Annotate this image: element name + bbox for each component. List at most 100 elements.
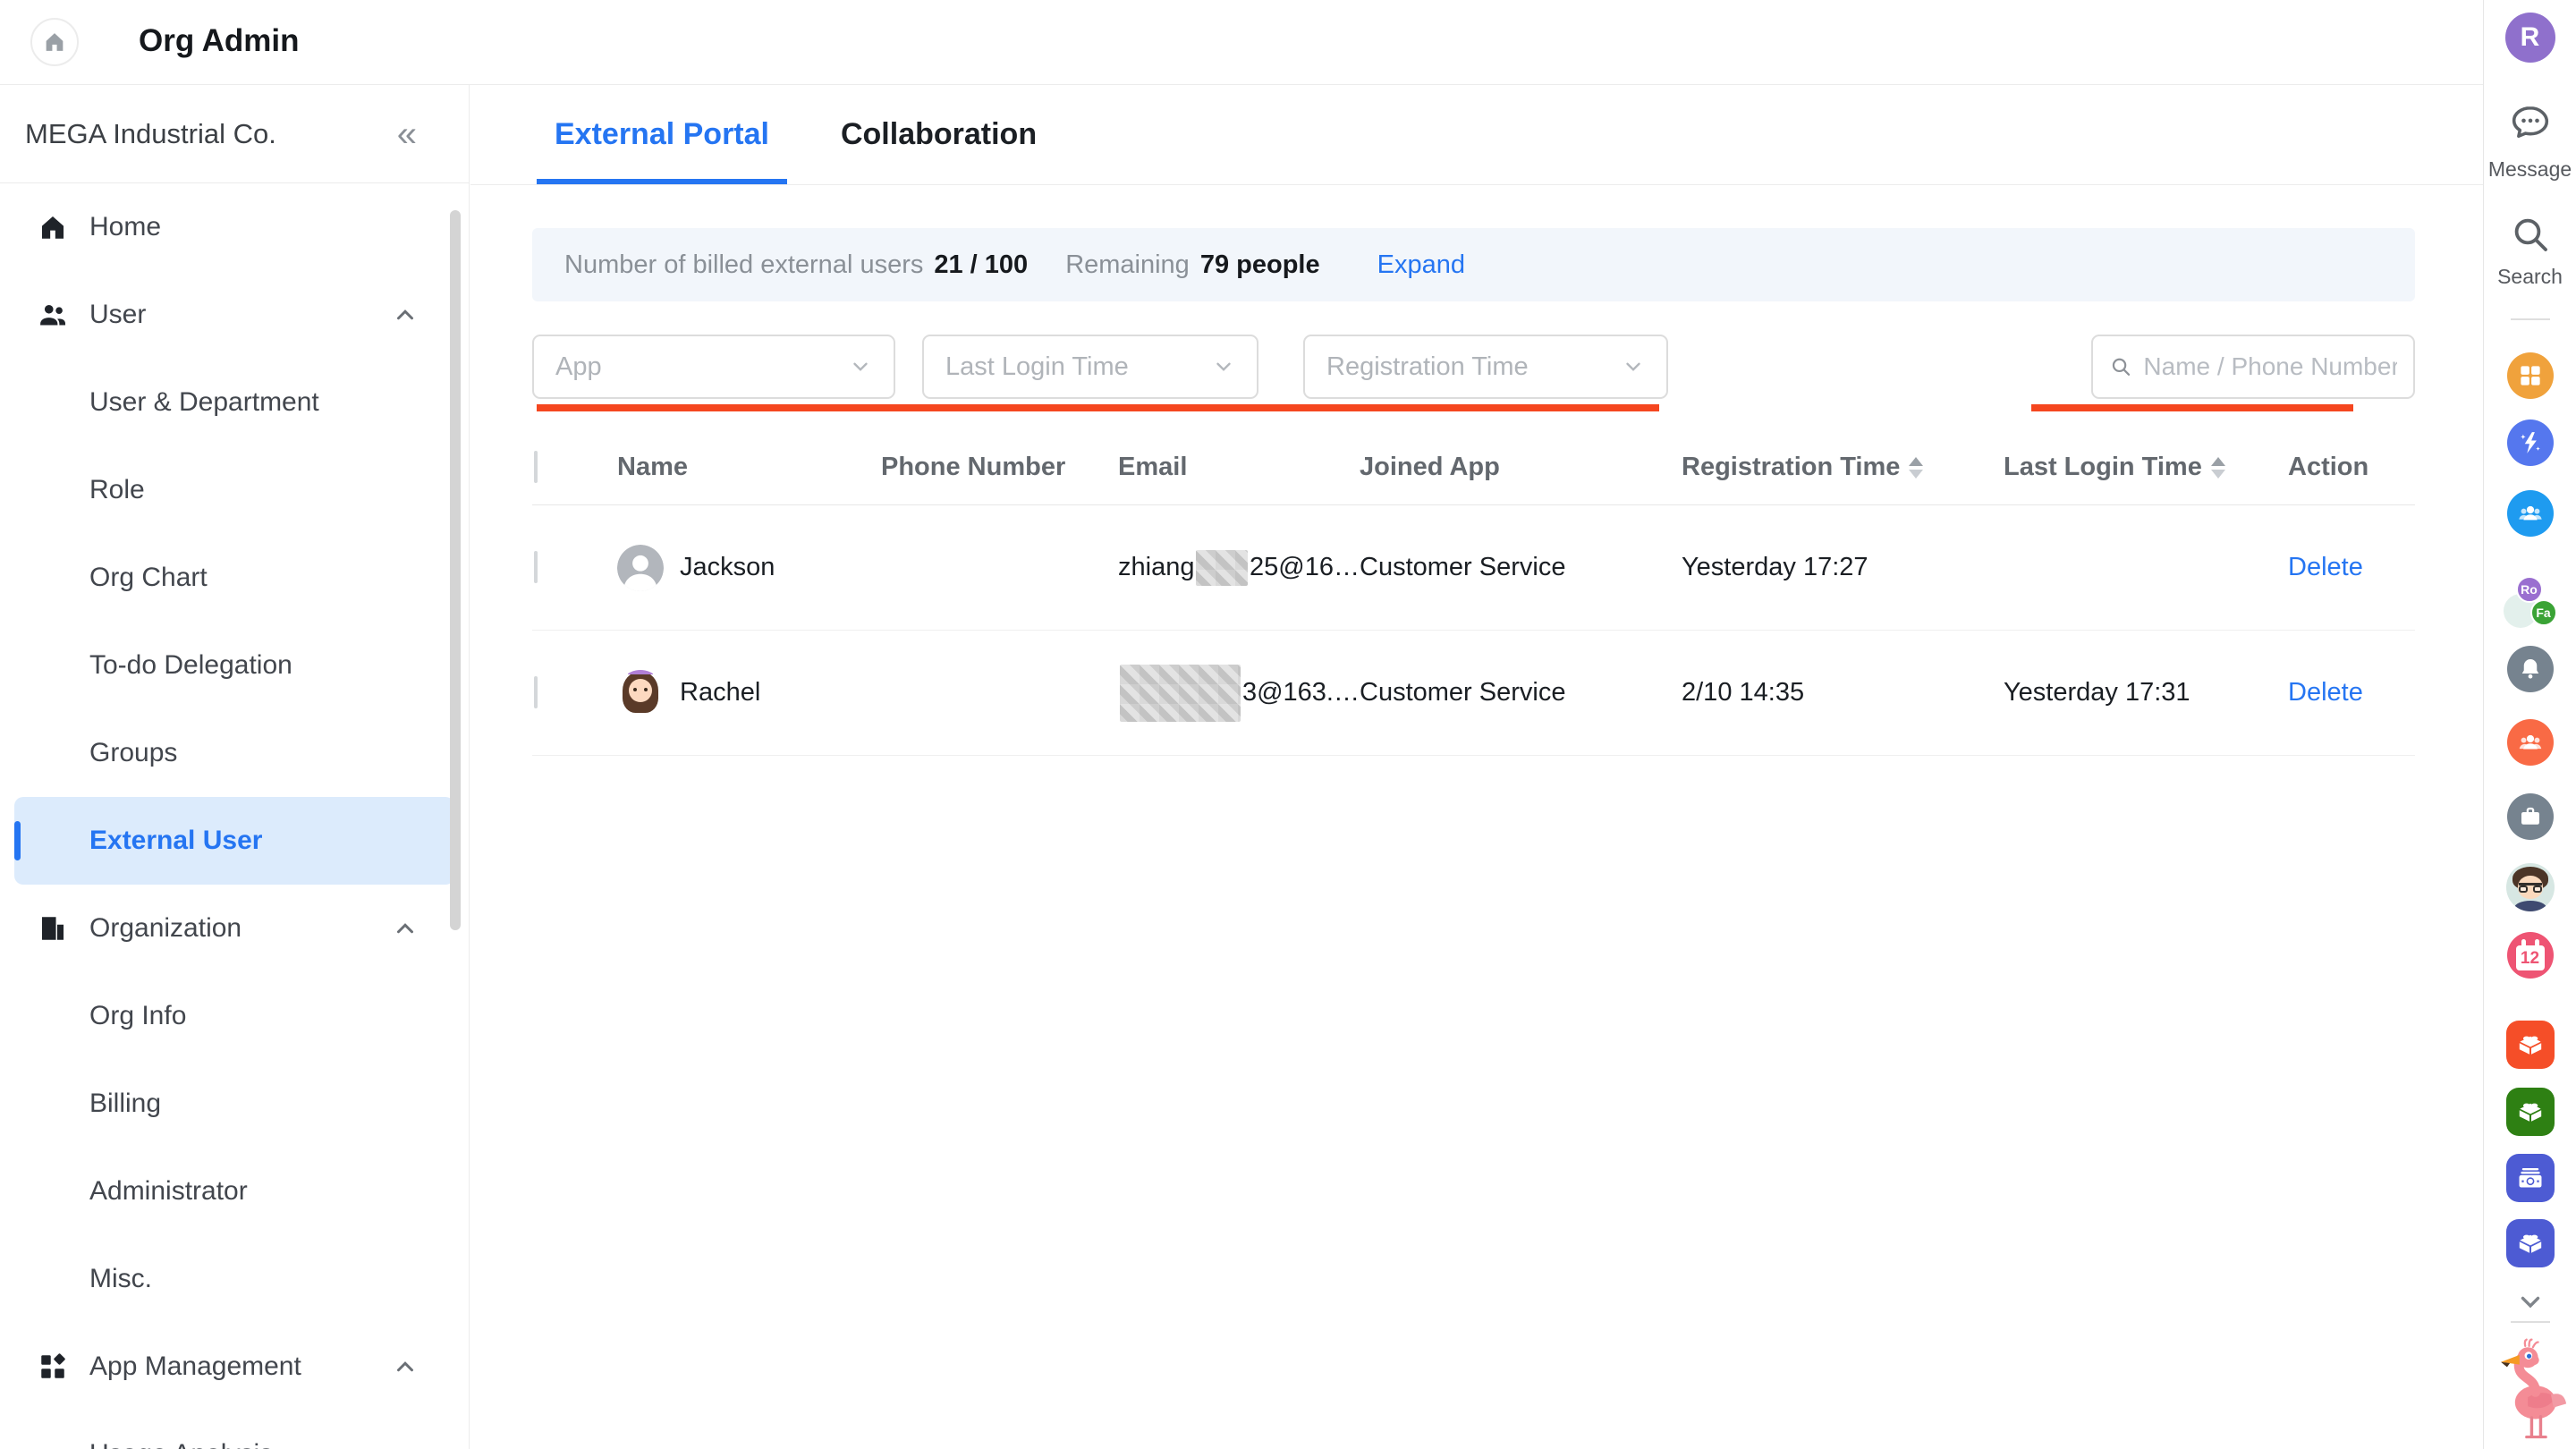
sidebar-item-org-chart[interactable]: Org Chart xyxy=(0,534,469,622)
sidebar: MEGA Industrial Co. « Home User User & D… xyxy=(0,85,470,1449)
sidebar-nav: Home User User & Department Role Org Cha… xyxy=(0,183,469,1449)
app-brick-green-icon[interactable] xyxy=(2506,1088,2555,1136)
sidebar-item-org-info[interactable]: Org Info xyxy=(0,972,469,1060)
search-input[interactable] xyxy=(2143,352,2397,381)
app-filter-placeholder: App xyxy=(555,352,849,382)
app-brick-red-icon[interactable] xyxy=(2506,1021,2555,1069)
rail-divider xyxy=(2511,318,2550,320)
rail-expand-button[interactable] xyxy=(2484,1286,2576,1317)
user-name: Jackson xyxy=(680,553,775,582)
row-checkbox[interactable] xyxy=(534,676,538,708)
sidebar-item-billing[interactable]: Billing xyxy=(0,1060,469,1148)
sidebar-item-home[interactable]: Home xyxy=(0,183,469,271)
hr-group-icon[interactable] xyxy=(2507,719,2554,766)
sidebar-item-groups[interactable]: Groups xyxy=(0,709,469,797)
quota-banner: Number of billed external users 21 / 100… xyxy=(532,228,2415,301)
notification-bell-icon[interactable] xyxy=(2507,646,2554,692)
sidebar-item-label: App Management xyxy=(89,1352,301,1382)
select-all-checkbox[interactable] xyxy=(534,451,538,483)
censored-text xyxy=(1196,550,1248,586)
sidebar-item-usage-analysis[interactable]: Usage Analysis xyxy=(0,1411,469,1449)
sidebar-item-label: User xyxy=(89,300,146,330)
column-header-joined-app: Joined App xyxy=(1360,453,1682,482)
app-brick-indigo-icon[interactable] xyxy=(2506,1219,2555,1267)
sidebar-item-administrator[interactable]: Administrator xyxy=(0,1148,469,1235)
last-login-filter-placeholder: Last Login Time xyxy=(945,352,1212,382)
sidebar-item-organization[interactable]: Organization xyxy=(0,885,469,972)
sort-icon[interactable] xyxy=(1909,457,1923,479)
tab-bar: External Portal Collaboration xyxy=(470,85,2483,185)
sidebar-scrollbar[interactable] xyxy=(450,210,461,930)
sidebar-item-app-management[interactable]: App Management xyxy=(0,1323,469,1411)
billed-value: 21 / 100 xyxy=(934,250,1028,280)
collapse-sidebar-icon[interactable]: « xyxy=(397,116,417,152)
sidebar-item-label: Organization xyxy=(89,913,242,944)
last-login-filter-dropdown[interactable]: Last Login Time xyxy=(922,335,1258,399)
search-box[interactable] xyxy=(2091,335,2415,399)
registration-filter-placeholder: Registration Time xyxy=(1326,352,1622,382)
users-icon xyxy=(38,300,68,330)
badge-fa: Fa xyxy=(2530,599,2557,626)
chevron-up-icon xyxy=(392,915,419,942)
sidebar-item-user-department[interactable]: User & Department xyxy=(0,359,469,446)
home-button[interactable] xyxy=(30,18,79,66)
right-rail: R Message Search Ro Fa 12 xyxy=(2483,0,2576,1449)
sidebar-item-external-user[interactable]: External User xyxy=(14,797,454,885)
user-avatar[interactable]: R xyxy=(2505,13,2555,63)
delete-button[interactable]: Delete xyxy=(2272,678,2363,707)
briefcase-icon[interactable] xyxy=(2507,793,2554,840)
avatar xyxy=(617,545,664,591)
chevron-down-icon xyxy=(1212,355,1235,378)
org-name: MEGA Industrial Co. xyxy=(25,118,397,150)
home-icon xyxy=(42,30,67,55)
apps-icon xyxy=(38,1352,68,1382)
message-button[interactable] xyxy=(2484,100,2576,145)
search-icon xyxy=(2109,353,2132,380)
expand-link[interactable]: Expand xyxy=(1377,250,1465,280)
remaining-label: Remaining xyxy=(1065,250,1190,280)
contacts-group-icon[interactable] xyxy=(2507,490,2554,537)
chevron-down-icon xyxy=(849,355,872,378)
sidebar-item-user[interactable]: User xyxy=(0,271,469,359)
colleague-avatar[interactable] xyxy=(2506,863,2555,911)
sidebar-item-todo-delegation[interactable]: To-do Delegation xyxy=(0,622,469,709)
billed-label: Number of billed external users xyxy=(564,250,923,280)
search-button[interactable] xyxy=(2484,213,2576,256)
remaining-value: 79 people xyxy=(1200,250,1320,280)
sort-icon[interactable] xyxy=(2211,457,2225,479)
app-filter-dropdown[interactable]: App xyxy=(532,335,895,399)
home-icon xyxy=(38,212,68,242)
tab-collaboration[interactable]: Collaboration xyxy=(823,85,1055,184)
ai-assistant-icon[interactable] xyxy=(2507,419,2554,466)
column-header-name: Name xyxy=(617,453,881,482)
column-header-action: Action xyxy=(2272,453,2415,482)
main-content: External Portal Collaboration Number of … xyxy=(470,85,2483,1449)
censored-text xyxy=(1120,665,1241,722)
message-icon xyxy=(2508,100,2553,145)
building-icon xyxy=(38,913,68,944)
registration-filter-dropdown[interactable]: Registration Time xyxy=(1303,335,1668,399)
org-switch-avatar[interactable]: Ro Fa xyxy=(2504,576,2557,630)
flamingo-image xyxy=(2492,1338,2569,1444)
table-row: Rachel 3@163.… Customer Service 2/10 14:… xyxy=(532,631,2415,756)
row-checkbox[interactable] xyxy=(534,551,538,583)
delete-button[interactable]: Delete xyxy=(2272,553,2363,581)
org-switcher[interactable]: MEGA Industrial Co. « xyxy=(0,85,469,183)
app-payroll-icon[interactable] xyxy=(2506,1154,2555,1202)
sidebar-item-misc[interactable]: Misc. xyxy=(0,1235,469,1323)
top-header: Org Admin xyxy=(0,0,2483,85)
tab-external-portal[interactable]: External Portal xyxy=(537,85,787,184)
filter-row: App Last Login Time Registration Time xyxy=(532,335,2415,399)
sidebar-item-role[interactable]: Role xyxy=(0,446,469,534)
column-header-registration-time[interactable]: Registration Time xyxy=(1682,453,2004,482)
joined-app-cell: Customer Service xyxy=(1360,553,1682,582)
search-icon xyxy=(2509,213,2552,256)
rail-divider xyxy=(2511,1321,2550,1323)
search-label: Search xyxy=(2484,265,2576,289)
calendar-icon[interactable]: 12 xyxy=(2507,932,2554,979)
flamingo-mascot[interactable] xyxy=(2484,1338,2576,1444)
app-launcher-icon[interactable] xyxy=(2507,352,2554,399)
column-header-last-login-time[interactable]: Last Login Time xyxy=(2004,453,2272,482)
message-label: Message xyxy=(2484,157,2576,182)
table-header-row: Name Phone Number Email Joined App Regis… xyxy=(532,429,2415,505)
